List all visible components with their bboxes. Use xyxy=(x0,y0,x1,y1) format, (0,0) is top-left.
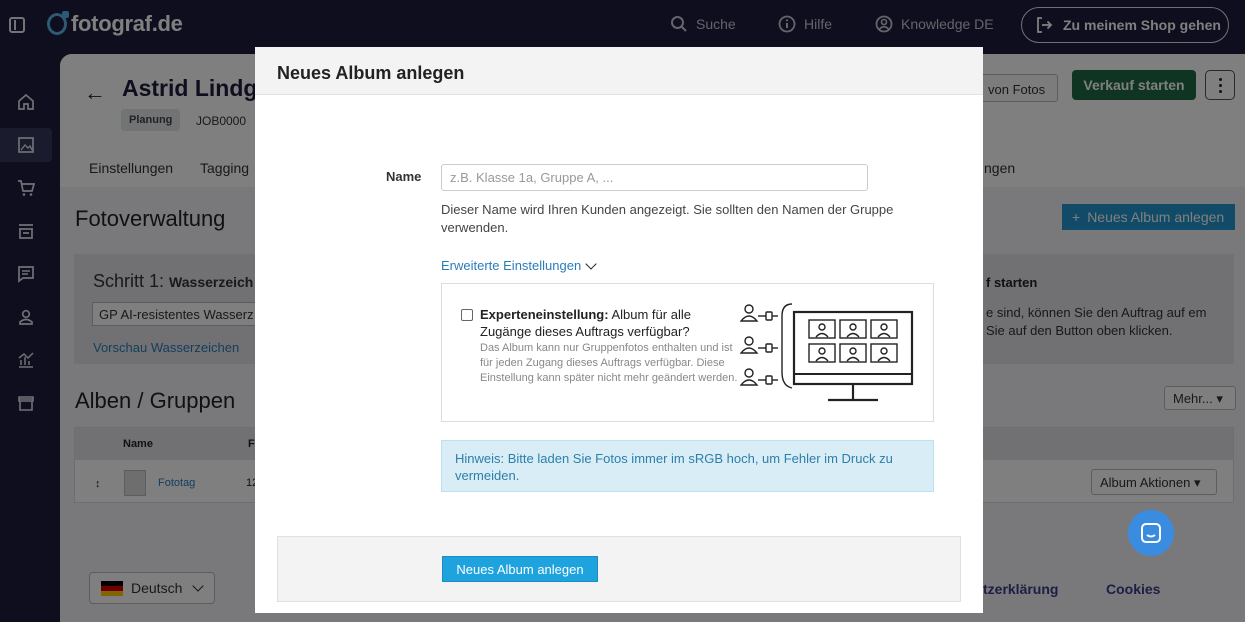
name-label: Name xyxy=(386,169,422,184)
expert-setting-title-bold: Experteneinstellung: xyxy=(480,307,609,322)
expert-setting-description: Das Album kann nur Gruppenfotos enthalte… xyxy=(480,342,738,384)
chat-icon xyxy=(1141,523,1161,543)
create-album-button[interactable]: Neues Album anlegen xyxy=(442,556,598,582)
advanced-settings-label: Erweiterte Einstellungen xyxy=(441,258,582,273)
new-album-modal: Neues Album anlegen Name Dieser Name wir… xyxy=(255,47,983,613)
group-album-illustration-icon xyxy=(740,303,914,402)
advanced-settings-toggle[interactable]: Erweiterte Einstellungen xyxy=(441,257,597,273)
modal-header: Neues Album anlegen xyxy=(255,47,983,95)
modal-footer: Neues Album anlegen xyxy=(277,536,961,602)
chevron-down-icon xyxy=(585,257,597,270)
srgb-hint-box: Hinweis: Bitte laden Sie Fotos immer im … xyxy=(441,440,934,492)
chat-button[interactable] xyxy=(1128,510,1174,556)
expert-setting-box: Experteneinstellung: Album für alle Zugä… xyxy=(441,283,934,422)
expert-setting-title: Experteneinstellung: Album für alle Zugä… xyxy=(480,306,712,340)
modal-title: Neues Album anlegen xyxy=(277,63,465,83)
name-help-text: Dieser Name wird Ihren Kunden angezeigt.… xyxy=(441,202,894,235)
album-name-input[interactable] xyxy=(441,164,868,191)
expert-setting-checkbox[interactable] xyxy=(461,309,473,321)
